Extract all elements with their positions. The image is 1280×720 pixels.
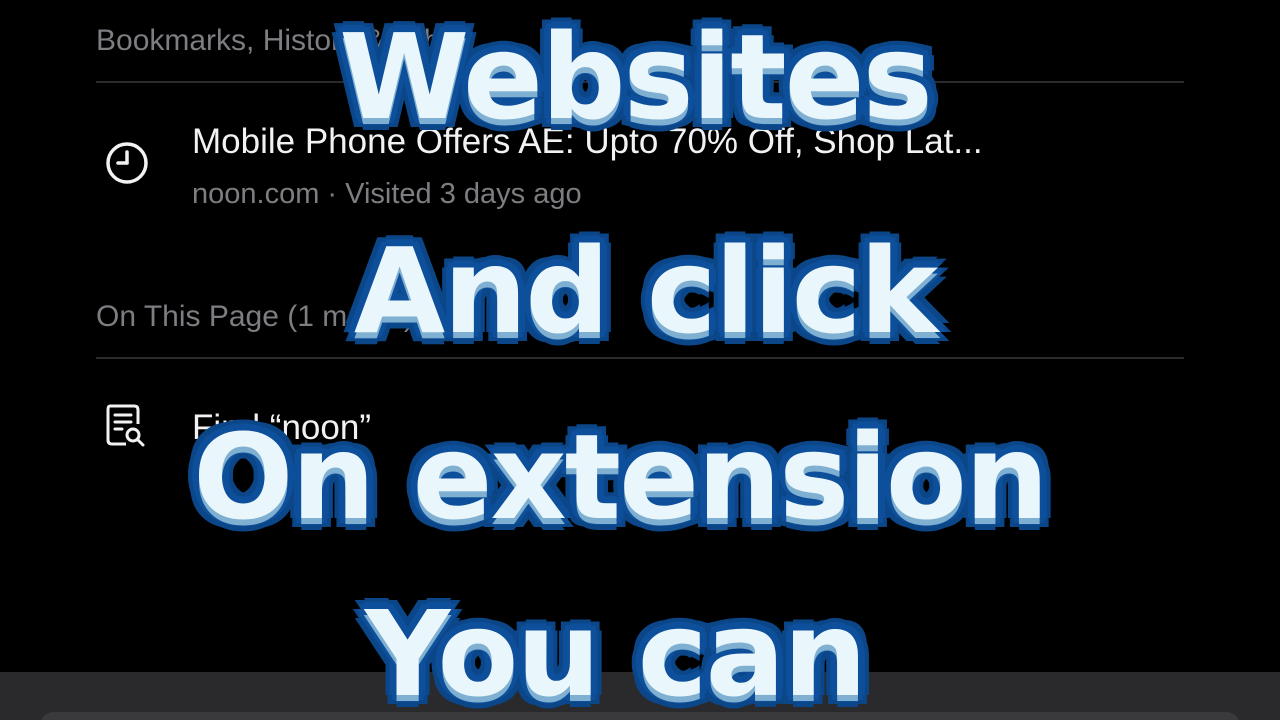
history-suggestion-title: Mobile Phone Offers AE: Upto 70% Off, Sh…	[192, 122, 983, 161]
bottom-toolbar	[0, 672, 1280, 720]
search-suggestions-panel: Bookmarks, History & Tabs Mobile Phone O…	[0, 0, 1280, 672]
history-suggestion-row[interactable]: Mobile Phone Offers AE: Upto 70% Off, Sh…	[0, 110, 1280, 230]
divider	[96, 81, 1184, 83]
section-header-bookmarks-history: Bookmarks, History & Tabs	[96, 24, 456, 57]
clock-icon	[104, 140, 150, 186]
find-in-page-icon	[104, 402, 150, 448]
find-on-page-label: Find “noon”	[192, 408, 371, 447]
divider	[96, 357, 1184, 359]
history-suggestion-subtitle: noon.com · Visited 3 days ago	[192, 178, 582, 210]
section-header-on-this-page: On This Page (1 match)	[96, 300, 414, 333]
find-on-page-row[interactable]: Find “noon”	[0, 390, 1280, 470]
address-bar-pill[interactable]	[40, 712, 1240, 720]
